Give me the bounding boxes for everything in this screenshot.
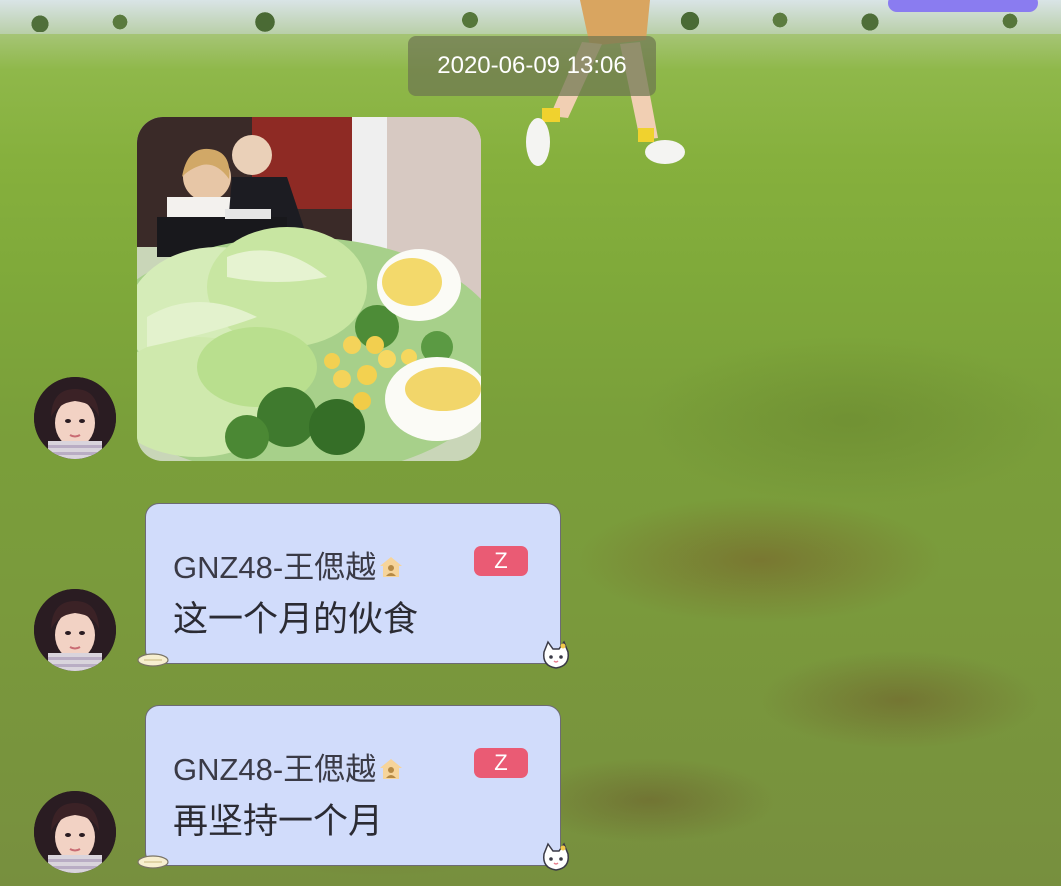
sender-name-text: GNZ48-王偲越 [173,752,377,787]
chat-screen: 2020-06-09 13:06 GNZ48-王偲越 Z 这一个月的伙食 GNZ… [0,0,1061,886]
member-avatar-icon [34,377,116,459]
cat-sticker-icon [543,842,569,871]
salad-photo-icon [137,117,481,461]
text-message-bubble[interactable]: GNZ48-王偲越 Z 再坚持一个月 [145,705,561,866]
sender-name[interactable]: GNZ48-王偲越 [173,542,404,587]
member-badge: Z [474,546,528,576]
background-decoration [888,0,1038,12]
home-icon [380,557,403,577]
member-badge: Z [474,748,528,778]
member-avatar-icon [34,589,116,671]
sender-avatar[interactable] [34,791,116,873]
message-text: 这一个月的伙食 [173,600,419,640]
image-message[interactable] [137,117,481,461]
cat-sticker-icon [543,640,569,669]
home-icon [380,759,403,779]
bubble-tail-icon [137,855,169,869]
member-avatar-icon [34,791,116,873]
sender-name-text: GNZ48-王偲越 [173,550,377,585]
sender-avatar[interactable] [34,589,116,671]
bubble-tail-icon [137,653,169,667]
sender-name[interactable]: GNZ48-王偲越 [173,744,404,789]
text-message-bubble[interactable]: GNZ48-王偲越 Z 这一个月的伙食 [145,503,561,664]
sender-avatar[interactable] [34,377,116,459]
message-timestamp: 2020-06-09 13:06 [408,36,656,96]
message-text: 再坚持一个月 [173,802,384,842]
